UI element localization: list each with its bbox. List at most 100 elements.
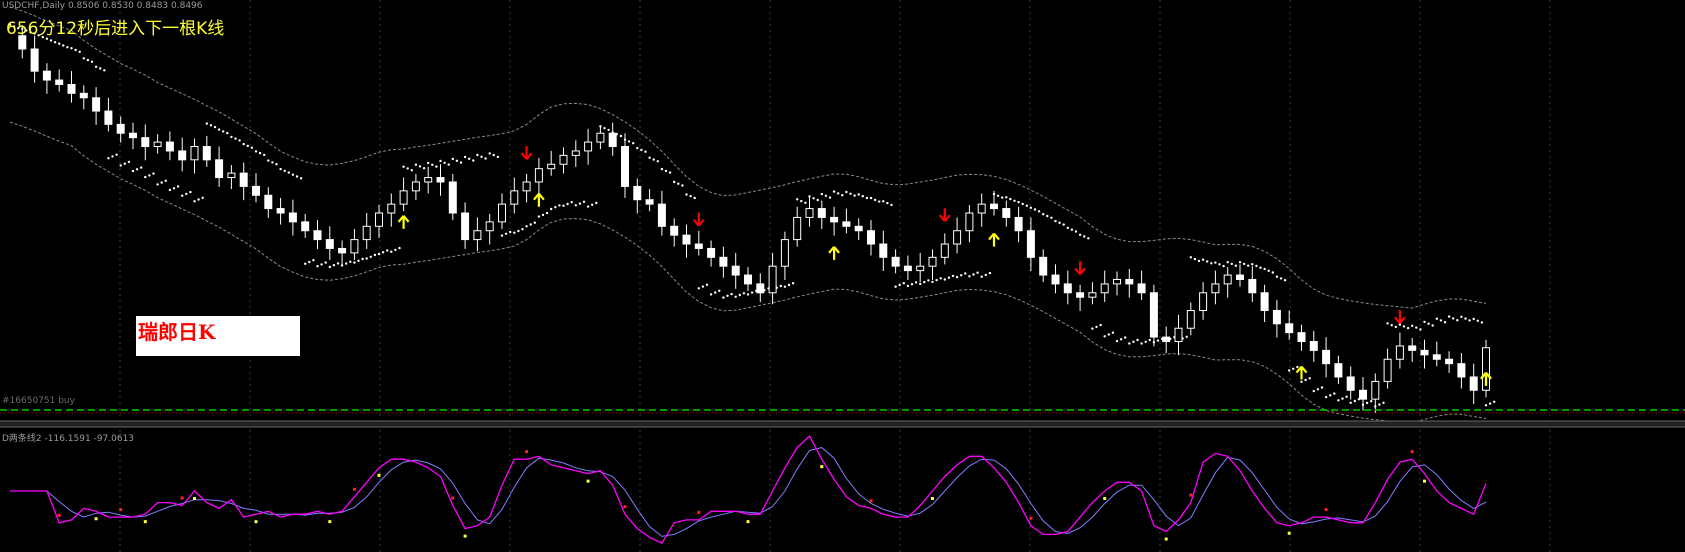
buy-marker — [820, 465, 824, 469]
buy-marker — [463, 534, 467, 538]
sar-dot — [1197, 259, 1201, 263]
sar-dot — [234, 137, 237, 140]
sar-dot — [144, 175, 147, 179]
up-arrow-icon — [533, 193, 545, 207]
sar-dot — [1431, 324, 1434, 327]
sar-dot — [545, 211, 549, 215]
sell-marker — [1189, 493, 1193, 497]
candle-body-bull — [547, 163, 556, 170]
order-line[interactable] — [0, 409, 1685, 414]
sar-dot — [1370, 400, 1373, 403]
sar-dot — [484, 157, 487, 160]
sar-dot — [1042, 213, 1045, 216]
sar-dot — [841, 194, 844, 197]
candle-body-bear — [178, 150, 187, 161]
sar-dot — [1078, 233, 1082, 236]
candle-body-bull — [940, 243, 949, 258]
sar-dot — [804, 201, 807, 204]
sar-dot — [1054, 219, 1057, 223]
sar-dot — [504, 232, 508, 235]
sar-dot — [677, 182, 680, 185]
sar-dot — [336, 262, 340, 265]
sar-dot — [656, 160, 659, 163]
sar-dot — [927, 279, 930, 282]
sar-dot — [1382, 401, 1385, 404]
sell-marker — [1410, 450, 1414, 454]
sar-dot — [730, 292, 733, 296]
candle-body-bull — [485, 221, 494, 232]
sar-dot — [627, 140, 631, 143]
sar-dot — [525, 225, 528, 228]
sar-dot — [837, 192, 840, 195]
sar-dot — [250, 146, 254, 149]
sar-dot — [176, 185, 180, 188]
sar-dot — [1259, 266, 1262, 269]
buy-marker — [1423, 479, 1426, 483]
price-chart[interactable] — [0, 0, 1685, 552]
candle-body-bull — [571, 150, 580, 156]
sar-dot — [82, 57, 86, 60]
sar-dot — [160, 181, 163, 184]
sar-dot — [1320, 386, 1324, 389]
sar-dot — [673, 180, 676, 184]
sar-dot — [1111, 331, 1115, 334]
sar-dot — [1136, 338, 1139, 342]
sar-dot — [1304, 378, 1307, 382]
sar-dot — [164, 179, 167, 182]
upper-band — [9, 6, 1487, 309]
sar-dot — [529, 223, 532, 226]
sar-dot — [988, 271, 992, 275]
sar-dot — [1107, 333, 1111, 336]
sar-dot — [705, 283, 709, 286]
candle-body-bear — [657, 203, 666, 227]
sar-dot — [1275, 275, 1279, 278]
sar-dot — [935, 278, 938, 282]
sell-marker — [697, 510, 701, 514]
sar-dot — [820, 192, 823, 196]
sar-dot — [746, 293, 750, 296]
sell-marker — [623, 505, 627, 509]
sar-dot — [558, 204, 561, 207]
sar-dot — [332, 264, 336, 267]
sar-dot — [960, 274, 963, 277]
candle-body-bull — [510, 190, 519, 205]
grid-lines — [119, 0, 1551, 552]
sar-dot — [955, 275, 959, 279]
candle-body-bear — [621, 146, 629, 187]
candle-body-bull — [498, 203, 506, 223]
window-separator[interactable] — [0, 420, 1685, 428]
sar-dot — [968, 275, 971, 278]
sar-dot — [135, 168, 139, 171]
sar-dot — [123, 162, 127, 165]
sar-dot — [468, 157, 471, 160]
sar-dot — [742, 292, 746, 295]
indicator-info: D两条线2 -116.1591 -97.0613 — [2, 434, 135, 444]
sar-dot — [734, 295, 737, 298]
sar-dot — [1394, 325, 1398, 329]
sar-dot — [1013, 199, 1016, 202]
sar-dot — [701, 285, 705, 288]
sar-dot — [1037, 210, 1041, 213]
candle-body-bull — [375, 212, 383, 227]
candle-body-bear — [239, 172, 248, 187]
candle-body-bear — [1359, 389, 1367, 400]
sar-dot — [299, 177, 303, 180]
sar-dot — [660, 167, 664, 171]
candle-body-bear — [1346, 376, 1355, 391]
sar-dot — [796, 198, 799, 201]
candle-body-bear — [1322, 349, 1331, 365]
sar-dot — [1402, 325, 1406, 328]
oscillator-indicator — [10, 434, 1487, 544]
candle-body-bear — [1309, 341, 1318, 351]
buy-marker — [94, 517, 98, 521]
sar-dot — [1292, 367, 1295, 370]
sar-dot — [1115, 339, 1119, 343]
candle-body-bear — [55, 79, 64, 85]
sar-dot — [381, 251, 385, 254]
sar-dot — [222, 130, 225, 133]
sar-dot — [1222, 264, 1225, 268]
sar-dot — [1005, 196, 1008, 199]
sar-dot — [1300, 380, 1303, 383]
chart-label-box[interactable]: 瑞郎日K — [136, 316, 300, 356]
candle-body-bear — [1014, 216, 1023, 232]
